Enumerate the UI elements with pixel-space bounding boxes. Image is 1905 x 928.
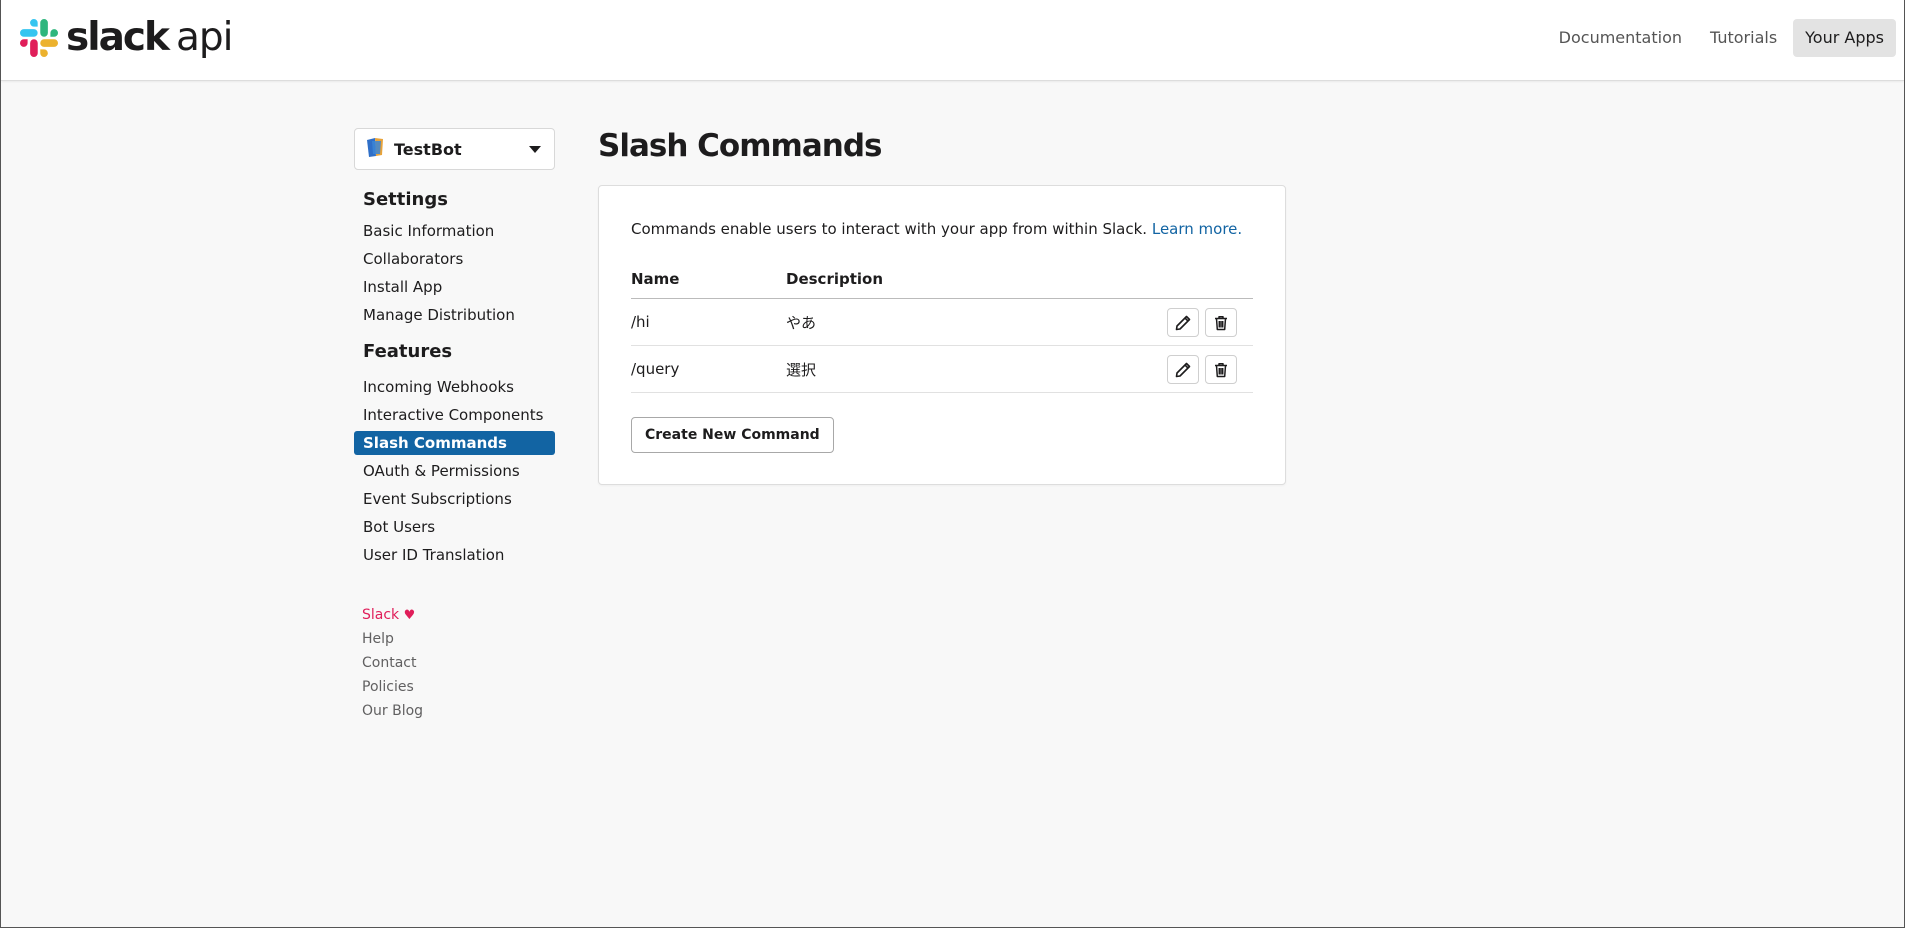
sidebar-item-incoming-webhooks[interactable]: Incoming Webhooks bbox=[354, 375, 555, 399]
intro-description: Commands enable users to interact with y… bbox=[631, 220, 1148, 238]
learn-more-link[interactable]: Learn more. bbox=[1152, 220, 1242, 238]
features-heading: Features bbox=[363, 341, 453, 362]
command-name: /hi bbox=[631, 298, 786, 346]
footer-link-our-blog[interactable]: Our Blog bbox=[354, 699, 555, 723]
logo-wordmark: slack bbox=[66, 15, 170, 60]
row-actions bbox=[1137, 345, 1253, 393]
sidebar-item-slash-commands[interactable]: Slash Commands bbox=[354, 431, 555, 455]
column-header-description: Description bbox=[786, 260, 1137, 299]
slash-commands-card: Commands enable users to interact with y… bbox=[598, 185, 1286, 485]
footer-slack-link[interactable]: Slack ♥ bbox=[354, 603, 555, 627]
table-row: /hi やあ bbox=[631, 298, 1253, 346]
footer-links: Slack ♥ Help Contact Policies Our Blog bbox=[354, 603, 555, 723]
create-new-command-button[interactable]: Create New Command bbox=[631, 417, 834, 453]
sidebar-item-basic-information[interactable]: Basic Information bbox=[354, 219, 555, 243]
footer-link-contact[interactable]: Contact bbox=[354, 651, 555, 675]
sidebar-item-oauth-permissions[interactable]: OAuth & Permissions bbox=[354, 459, 555, 483]
footer-link-help[interactable]: Help bbox=[354, 627, 555, 651]
table-header-row: Name Description bbox=[631, 260, 1253, 299]
command-description: 選択 bbox=[786, 345, 1137, 393]
sidebar-item-install-app[interactable]: Install App bbox=[354, 275, 555, 299]
nav-documentation[interactable]: Documentation bbox=[1547, 19, 1694, 57]
slack-api-logo[interactable]: slack api bbox=[20, 15, 233, 60]
pencil-icon bbox=[1175, 362, 1191, 377]
delete-command-button[interactable] bbox=[1205, 354, 1237, 384]
commands-table: Name Description /hi やあ /query 選択 bbox=[631, 260, 1253, 393]
sidebar-item-collaborators[interactable]: Collaborators bbox=[354, 247, 555, 271]
edit-command-button[interactable] bbox=[1167, 354, 1199, 384]
app-name: TestBot bbox=[394, 139, 462, 159]
footer-brand: Slack bbox=[362, 607, 400, 623]
command-name: /query bbox=[631, 345, 786, 393]
top-nav: Documentation Tutorials Your Apps bbox=[1547, 19, 1896, 57]
sidebar-item-user-id-translation[interactable]: User ID Translation bbox=[354, 543, 555, 567]
sidebar-item-event-subscriptions[interactable]: Event Subscriptions bbox=[354, 487, 555, 511]
features-nav: Incoming Webhooks Interactive Components… bbox=[354, 375, 555, 567]
edit-command-button[interactable] bbox=[1167, 307, 1199, 337]
sidebar-item-manage-distribution[interactable]: Manage Distribution bbox=[354, 303, 555, 327]
heart-icon: ♥ bbox=[403, 608, 416, 623]
logo-suffix: api bbox=[175, 15, 233, 60]
row-actions bbox=[1137, 298, 1253, 346]
footer-link-policies[interactable]: Policies bbox=[354, 675, 555, 699]
nav-your-apps[interactable]: Your Apps bbox=[1793, 19, 1896, 57]
sidebar: TestBot Settings Basic Information Colla… bbox=[354, 128, 555, 723]
table-row: /query 選択 bbox=[631, 345, 1253, 393]
pencil-icon bbox=[1175, 315, 1191, 330]
page-title: Slash Commands bbox=[598, 128, 882, 164]
intro-text: Commands enable users to interact with y… bbox=[631, 220, 1242, 238]
slack-logo-icon bbox=[20, 19, 58, 57]
trash-icon bbox=[1215, 362, 1227, 377]
command-description: やあ bbox=[786, 298, 1137, 346]
top-bar: slack api Documentation Tutorials Your A… bbox=[1, 0, 1904, 81]
sidebar-item-interactive-components[interactable]: Interactive Components bbox=[354, 403, 555, 427]
app-selector[interactable]: TestBot bbox=[354, 128, 555, 170]
sidebar-item-bot-users[interactable]: Bot Users bbox=[354, 515, 555, 539]
trash-icon bbox=[1215, 315, 1227, 330]
settings-heading: Settings bbox=[363, 189, 448, 210]
settings-nav: Basic Information Collaborators Install … bbox=[354, 219, 555, 327]
column-header-name: Name bbox=[631, 260, 786, 299]
app-icon bbox=[366, 137, 385, 162]
column-header-actions bbox=[1137, 260, 1253, 299]
nav-tutorials[interactable]: Tutorials bbox=[1698, 19, 1789, 57]
caret-down-icon bbox=[529, 146, 541, 153]
delete-command-button[interactable] bbox=[1205, 307, 1237, 337]
